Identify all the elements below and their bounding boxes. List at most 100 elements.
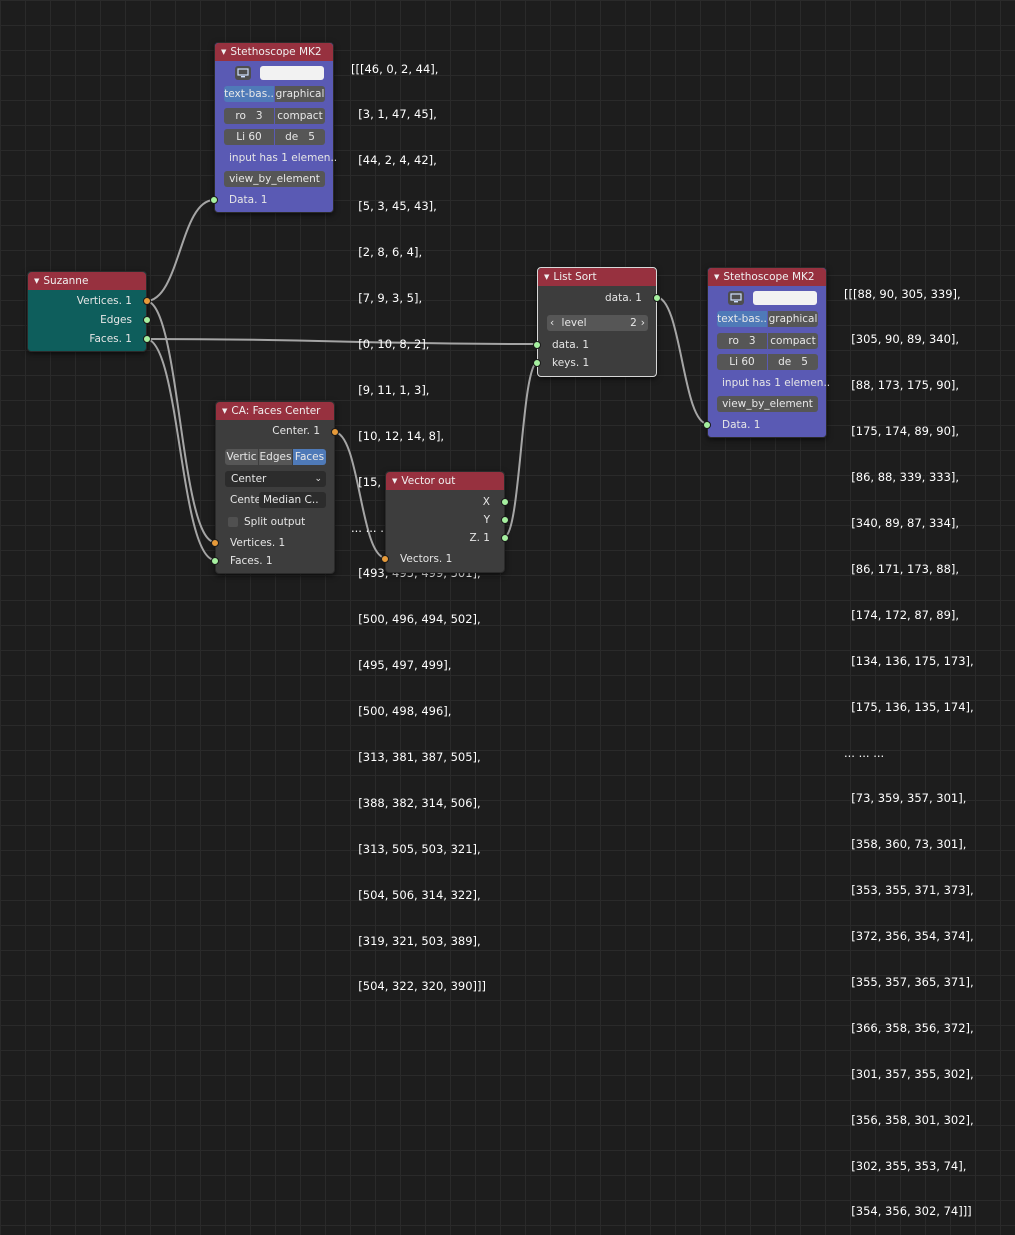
y-output-socket[interactable] bbox=[501, 516, 509, 524]
level-value: 2 bbox=[630, 317, 637, 329]
vector-out-node[interactable]: ▼ Vector out X Y Z. 1 Vectors. 1 bbox=[381, 471, 509, 573]
text-field[interactable] bbox=[260, 66, 324, 80]
info-text: input has 1 elemen.. bbox=[722, 377, 831, 389]
faces-input-label: Faces. 1 bbox=[230, 555, 273, 567]
li-field[interactable]: Li 60 bbox=[717, 354, 767, 370]
node-header[interactable]: ▼ CA: Faces Center bbox=[216, 402, 334, 420]
compact-button[interactable]: compact bbox=[768, 333, 818, 349]
center-dropdown[interactable]: Center ⌄ bbox=[225, 471, 326, 487]
compact-button[interactable]: compact bbox=[275, 108, 325, 124]
collapse-arrow-icon[interactable]: ▼ bbox=[34, 277, 39, 285]
stethoscope-output-text-2: [[[88, 90, 305, 339], [305, 90, 89, 340]… bbox=[844, 256, 974, 1235]
data-input-label: data. 1 bbox=[552, 339, 590, 351]
output-line: [301, 357, 355, 302], bbox=[844, 1066, 974, 1081]
list-sort-node[interactable]: ▼ List Sort data. 1 ‹ level › 2 data. 1 k… bbox=[533, 267, 661, 377]
output-line: [500, 498, 496], bbox=[351, 704, 452, 719]
vectors-input-socket[interactable] bbox=[381, 555, 389, 563]
collapse-arrow-icon[interactable]: ▼ bbox=[392, 477, 397, 485]
output-line: [356, 358, 301, 302], bbox=[844, 1112, 974, 1127]
suzanne-node[interactable]: ▼ Suzanne Vertices. 1 Edges Faces. 1 bbox=[27, 271, 151, 352]
collapse-arrow-icon[interactable]: ▼ bbox=[714, 273, 719, 281]
output-line: [305, 90, 89, 340], bbox=[844, 332, 960, 347]
node-header[interactable]: ▼ List Sort bbox=[538, 268, 656, 286]
monitor-icon[interactable] bbox=[235, 66, 251, 80]
stethoscope-node-2[interactable]: ▼ Stethoscope MK2 text-bas.. graphical ro… bbox=[703, 267, 831, 438]
mode-graphical-button[interactable]: graphical bbox=[275, 86, 325, 102]
ro-label: ro bbox=[728, 335, 739, 347]
output-line: [353, 355, 371, 373], bbox=[844, 883, 974, 898]
stethoscope-node-1[interactable]: ▼ Stethoscope MK2 text-bas.. graphical ro… bbox=[210, 42, 337, 213]
collapse-arrow-icon[interactable]: ▼ bbox=[222, 407, 227, 415]
mode-text-based-button[interactable]: text-bas.. bbox=[717, 311, 767, 327]
output-line: [313, 505, 503, 321], bbox=[351, 841, 481, 856]
li-value: 60 bbox=[741, 356, 755, 368]
node-header[interactable]: ▼ Stethoscope MK2 bbox=[708, 268, 826, 286]
faces-output-socket[interactable] bbox=[143, 335, 151, 343]
link-faces-to-facescenter bbox=[145, 338, 216, 561]
view-by-element-button[interactable]: view_by_element bbox=[717, 396, 818, 412]
li-label: Li bbox=[236, 131, 246, 143]
data-input-socket[interactable] bbox=[703, 421, 711, 429]
data-input-label: Data. 1 bbox=[722, 419, 761, 431]
monitor-icon[interactable] bbox=[728, 291, 744, 305]
cente-label: Cente bbox=[230, 494, 262, 506]
center-output-socket[interactable] bbox=[331, 428, 339, 436]
node-title: Suzanne bbox=[43, 275, 89, 287]
ro-field[interactable]: ro 3 bbox=[224, 108, 274, 124]
collapse-arrow-icon[interactable]: ▼ bbox=[221, 48, 226, 56]
z-output-socket[interactable] bbox=[501, 534, 509, 542]
output-line: [73, 359, 357, 301], bbox=[844, 791, 967, 806]
text-field[interactable] bbox=[753, 291, 817, 305]
output-line: [358, 360, 73, 301], bbox=[844, 837, 967, 852]
data-input-socket[interactable] bbox=[533, 341, 541, 349]
median-center-dropdown[interactable]: Median C..⌄ bbox=[259, 492, 326, 508]
vertices-output-socket[interactable] bbox=[143, 297, 151, 305]
output-line: [340, 89, 87, 334], bbox=[844, 516, 960, 531]
link-z-to-listsort-keys bbox=[503, 361, 539, 538]
vertices-input-socket[interactable] bbox=[211, 539, 219, 547]
data-input-label: Data. 1 bbox=[229, 194, 268, 206]
collapse-arrow-icon[interactable]: ▼ bbox=[544, 273, 549, 281]
node-title: Stethoscope MK2 bbox=[230, 46, 322, 58]
level-stepper[interactable]: ‹ level › 2 bbox=[547, 315, 648, 331]
mode-faces-button[interactable]: Faces bbox=[293, 449, 326, 465]
view-by-element-button[interactable]: view_by_element bbox=[224, 171, 325, 187]
node-header[interactable]: ▼ Vector out bbox=[386, 472, 504, 490]
output-line: [313, 381, 387, 505], bbox=[351, 749, 481, 764]
mode-edges-button[interactable]: Edges bbox=[259, 449, 292, 465]
output-line: [354, 356, 302, 74]]] bbox=[844, 1204, 972, 1219]
split-output-checkbox[interactable] bbox=[228, 517, 238, 527]
output-line: [355, 357, 365, 371], bbox=[844, 974, 974, 989]
z-output-label: Z. 1 bbox=[469, 532, 490, 544]
node-header[interactable]: ▼ Stethoscope MK2 bbox=[215, 43, 333, 61]
ro-field[interactable]: ro 3 bbox=[717, 333, 767, 349]
mode-vertices-button[interactable]: Vertic bbox=[225, 449, 258, 465]
edges-output-socket[interactable] bbox=[143, 316, 151, 324]
decrement-arrow-icon[interactable]: ‹ bbox=[550, 317, 554, 329]
increment-arrow-icon[interactable]: › bbox=[641, 315, 645, 331]
x-output-socket[interactable] bbox=[501, 498, 509, 506]
output-line: [388, 382, 314, 506], bbox=[351, 795, 481, 810]
output-line: [10, 12, 14, 8], bbox=[351, 428, 445, 443]
li-label: Li bbox=[729, 356, 739, 368]
node-header[interactable]: ▼ Suzanne bbox=[28, 272, 146, 290]
faces-input-socket[interactable] bbox=[211, 557, 219, 565]
output-line: [86, 171, 173, 88], bbox=[844, 561, 960, 576]
de-field[interactable]: de 5 bbox=[768, 354, 818, 370]
de-field[interactable]: de 5 bbox=[275, 129, 325, 145]
output-line: [9, 11, 1, 3], bbox=[351, 382, 430, 397]
faces-center-node[interactable]: ▼ CA: Faces Center Center. 1 Vertic Edges… bbox=[211, 401, 339, 574]
edges-output-label: Edges bbox=[100, 314, 132, 326]
data-output-socket[interactable] bbox=[653, 294, 661, 302]
li-field[interactable]: Li 60 bbox=[224, 129, 274, 145]
mode-text-based-button[interactable]: text-bas.. bbox=[224, 86, 274, 102]
mode-graphical-button[interactable]: graphical bbox=[768, 311, 818, 327]
link-vertices-to-stethoscope bbox=[145, 199, 215, 302]
keys-input-socket[interactable] bbox=[533, 359, 541, 367]
center-dropdown-value: Center bbox=[231, 473, 267, 485]
li-value: 60 bbox=[248, 131, 262, 143]
output-line: [5, 3, 45, 43], bbox=[351, 199, 437, 214]
data-input-socket[interactable] bbox=[210, 196, 218, 204]
output-line: [3, 1, 47, 45], bbox=[351, 107, 437, 122]
vectors-input-label: Vectors. 1 bbox=[400, 553, 453, 565]
